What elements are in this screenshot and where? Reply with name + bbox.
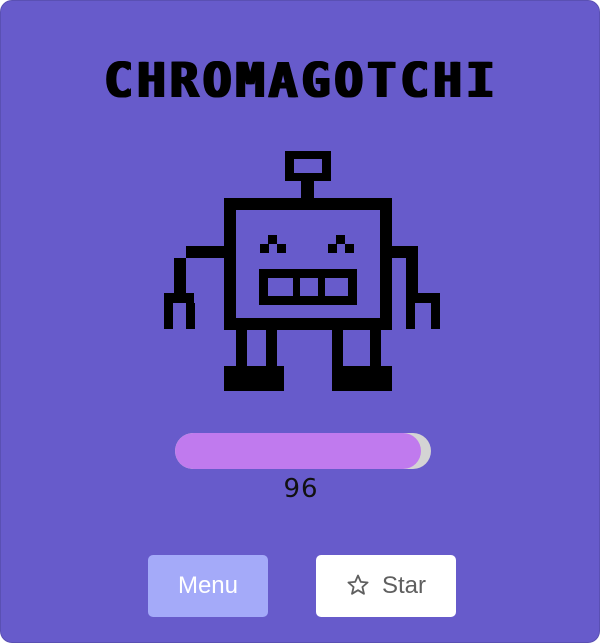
- pet-level-bar-fill: [175, 433, 421, 469]
- pixel-robot-icon: [164, 151, 440, 391]
- menu-button[interactable]: Menu: [148, 555, 268, 617]
- star-outline-icon: [347, 574, 369, 595]
- pet-level-value: 96: [283, 474, 319, 504]
- star-button[interactable]: Star: [316, 555, 456, 617]
- app-card: CHROMAGOTCHI 96 Menu Star: [0, 0, 600, 643]
- pet-level-bar: [175, 433, 431, 469]
- star-button-label: Star: [381, 572, 426, 599]
- app-title: CHROMAGOTCHI: [103, 53, 499, 109]
